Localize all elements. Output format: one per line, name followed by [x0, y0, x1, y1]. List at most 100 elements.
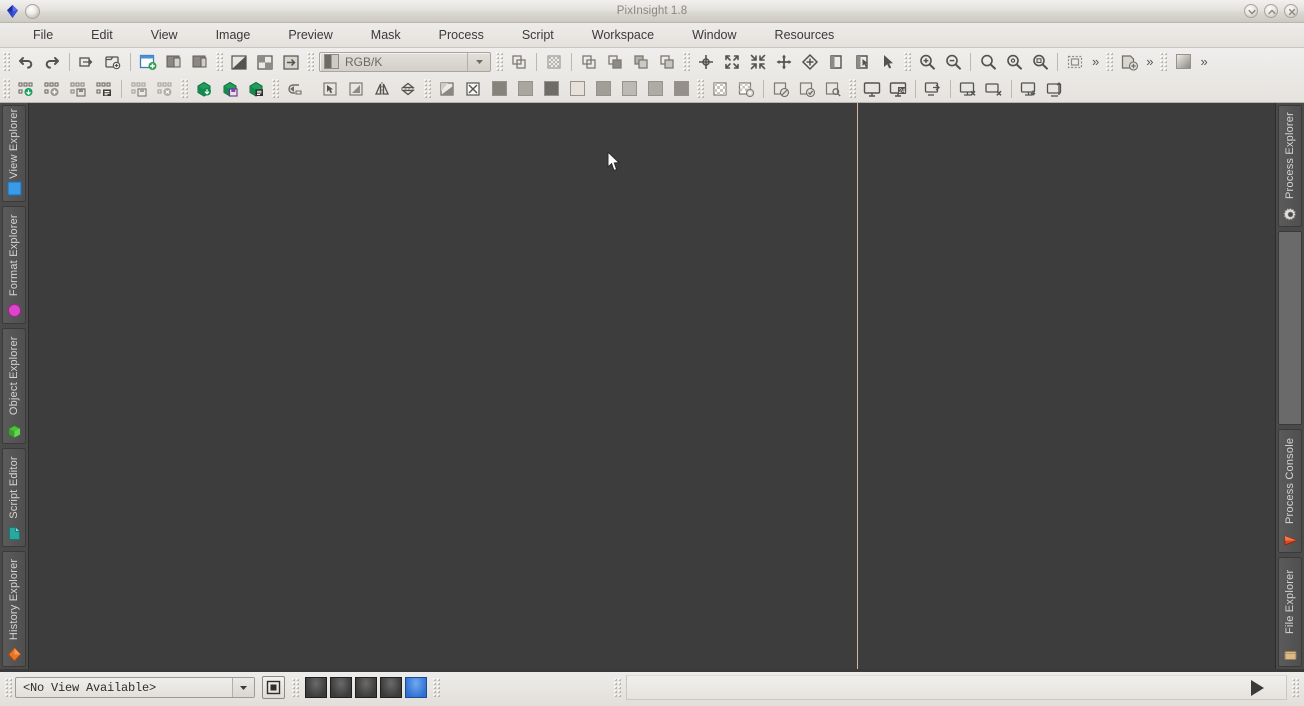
mirror-horizontal-button[interactable] — [369, 77, 395, 100]
statusbar-grip[interactable] — [613, 677, 622, 698]
select-page-button[interactable] — [849, 50, 875, 73]
toolbar-grip[interactable] — [848, 78, 857, 99]
toolbar-grip[interactable] — [306, 51, 315, 72]
toolbar-grip[interactable] — [495, 51, 504, 72]
transparency-off-button[interactable] — [733, 77, 759, 100]
toolbar-overflow-2[interactable]: » — [1142, 54, 1157, 69]
sidebar-item-process-explorer[interactable]: Process Explorer — [1278, 105, 1302, 227]
display-mode-5[interactable] — [405, 677, 427, 698]
zoom-in-button[interactable] — [914, 50, 940, 73]
zoom-selection-button[interactable] — [1027, 50, 1053, 73]
sidebar-item-format-explorer[interactable]: Format Explorer — [2, 205, 26, 324]
menu-file[interactable]: File — [14, 25, 72, 45]
selection-button[interactable] — [1062, 50, 1088, 73]
preview-fill-button[interactable] — [602, 50, 628, 73]
transparency-button[interactable] — [541, 50, 567, 73]
menu-script[interactable]: Script — [503, 25, 573, 45]
sidebar-item-script-editor[interactable]: Script Editor — [2, 448, 26, 547]
undo-button[interactable] — [13, 50, 39, 73]
toolbar-grip[interactable] — [1159, 51, 1169, 72]
process-load-button[interactable] — [13, 77, 39, 100]
sidebar-item-object-explorer[interactable]: Object Explorer — [2, 327, 26, 445]
display-mode-3[interactable] — [355, 677, 377, 698]
create-preview-button[interactable] — [506, 50, 532, 73]
menu-window[interactable]: Window — [673, 25, 755, 45]
sidebar-item-file-explorer[interactable]: File Explorer — [1278, 557, 1302, 667]
close-button[interactable] — [1284, 4, 1298, 18]
view-format-combo[interactable]: RGB/K — [319, 51, 491, 72]
sidebar-item-history-explorer[interactable]: History Explorer — [2, 550, 26, 667]
preview-search-button[interactable] — [820, 77, 846, 100]
window-orb-icon[interactable] — [25, 3, 40, 19]
toolbar-overflow-1[interactable]: » — [1088, 54, 1103, 69]
color-swatch-5[interactable] — [590, 77, 616, 100]
menu-view[interactable]: View — [132, 25, 197, 45]
window-download-button[interactable] — [1016, 77, 1042, 100]
chevron-down-icon[interactable] — [467, 52, 490, 71]
preview-toggle-button[interactable] — [262, 676, 285, 699]
toolbar-grip[interactable] — [271, 78, 280, 99]
toolbar-grip[interactable] — [215, 51, 224, 72]
menu-edit[interactable]: Edit — [72, 25, 132, 45]
window-import-button[interactable] — [920, 77, 946, 100]
toolbar-grip[interactable] — [423, 78, 432, 99]
color-swatch-3[interactable] — [538, 77, 564, 100]
menu-workspace[interactable]: Workspace — [573, 25, 673, 45]
process-add-button[interactable] — [39, 77, 65, 100]
zoom-reset-button[interactable] — [975, 50, 1001, 73]
pan-center-button[interactable] — [693, 50, 719, 73]
zoom-fit-window-button[interactable] — [1001, 50, 1027, 73]
pointer-tool-button[interactable] — [875, 50, 901, 73]
sidebar-item-process-console[interactable]: Process Console — [1278, 429, 1302, 553]
preview-circle-button[interactable] — [768, 77, 794, 100]
fit-view-button[interactable] — [719, 50, 745, 73]
window-close-all-button[interactable] — [981, 77, 1007, 100]
gradient-swatch-button[interactable] — [1170, 50, 1196, 73]
menu-preview[interactable]: Preview — [269, 25, 351, 45]
preview-extra-button[interactable] — [654, 50, 680, 73]
color-swatch-8[interactable] — [668, 77, 694, 100]
mirror-vertical-button[interactable] — [395, 77, 421, 100]
preview-check-button[interactable] — [794, 77, 820, 100]
open-image-button[interactable] — [100, 50, 126, 73]
mask-show-button[interactable] — [434, 77, 460, 100]
statusbar-grip[interactable] — [1291, 677, 1300, 698]
color-swatch-6[interactable] — [616, 77, 642, 100]
toolbar-grip[interactable] — [180, 78, 189, 99]
sidebar-item-view-explorer[interactable]: View Explorer — [2, 105, 26, 202]
histogram-button[interactable] — [252, 50, 278, 73]
display-button[interactable] — [859, 77, 885, 100]
display-mode-1[interactable] — [305, 677, 327, 698]
icon-save-button[interactable] — [217, 77, 243, 100]
preview-overlay-button[interactable] — [576, 50, 602, 73]
run-button[interactable] — [1251, 679, 1264, 696]
display-mode-4[interactable] — [380, 677, 402, 698]
screen-transfer-button[interactable] — [1116, 50, 1142, 73]
chevron-down-icon[interactable] — [232, 678, 254, 697]
toolbar-grip[interactable] — [1105, 51, 1115, 72]
window-upload-button[interactable] — [1042, 77, 1068, 100]
arrow-select-button[interactable] — [317, 77, 343, 100]
statusbar-grip[interactable] — [432, 677, 441, 698]
color-swatch-1[interactable] — [486, 77, 512, 100]
zoom-actual-button[interactable] — [771, 50, 797, 73]
zoom-out-button[interactable] — [940, 50, 966, 73]
transparency-toggle-button[interactable] — [707, 77, 733, 100]
toolbar-grip[interactable] — [696, 78, 705, 99]
redo-button[interactable] — [39, 50, 65, 73]
statistics-button[interactable] — [226, 50, 252, 73]
view-selector-combo[interactable]: <No View Available> — [15, 677, 255, 698]
icon-edit-button[interactable] — [243, 77, 269, 100]
duplicate-image-button[interactable] — [161, 50, 187, 73]
mask-remove-button[interactable] — [460, 77, 486, 100]
statusbar-grip[interactable] — [291, 677, 300, 698]
icon-load-button[interactable] — [191, 77, 217, 100]
toolbar-grip[interactable] — [2, 78, 11, 99]
minimize-button[interactable] — [1244, 4, 1258, 18]
process-store-button[interactable] — [126, 77, 152, 100]
toolbar-grip[interactable] — [903, 51, 912, 72]
zoom-fit-button[interactable] — [745, 50, 771, 73]
toolbar-overflow-3[interactable]: » — [1196, 54, 1211, 69]
menu-resources[interactable]: Resources — [756, 25, 854, 45]
toolbar-grip[interactable] — [682, 51, 691, 72]
